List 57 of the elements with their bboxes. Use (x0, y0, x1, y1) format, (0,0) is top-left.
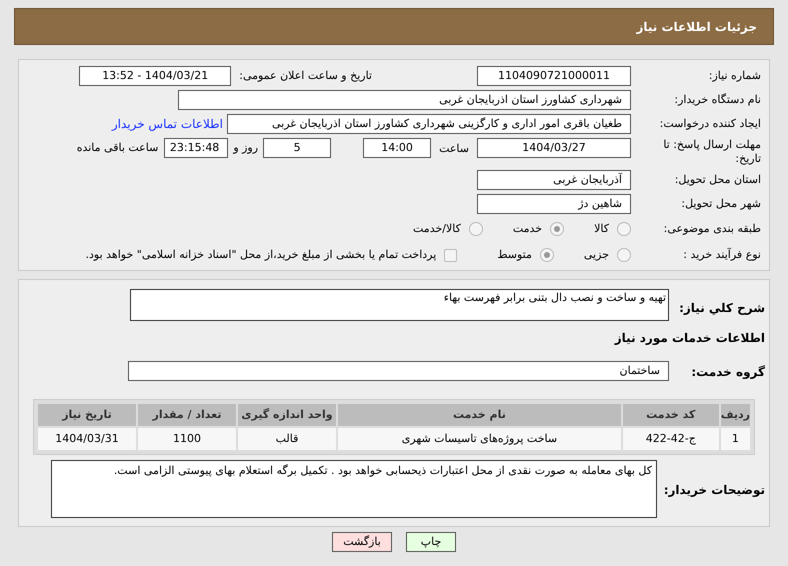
deadline-time-field: 14:00 (363, 138, 432, 158)
announce-date-field: 1404/03/21 - 13:52 (79, 66, 232, 86)
days-field: 5 (263, 138, 332, 158)
days-label: روز و (233, 140, 258, 156)
radio-button[interactable] (540, 248, 554, 262)
table-cell: 1404/03/31 (38, 428, 136, 450)
radio-button[interactable] (550, 222, 564, 236)
field-label: نام دستگاه خریدار: (673, 92, 762, 108)
remaining-label: ساعت باقی مانده (76, 140, 158, 156)
checkbox-label: پرداخت تمام یا بخشی از مبلغ خرید،از محل "اسناد خزانه اسلامی" خواهد بود. (86, 246, 436, 263)
column-header: ردیف (720, 404, 750, 426)
column-header: تاریخ نیاز (38, 404, 136, 426)
field-label: استان محل تحویل: (674, 172, 762, 188)
field-label: گروه خدمت: (691, 365, 765, 379)
city-field: شاهین دژ (477, 194, 631, 214)
field-label: شماره نیاز: (708, 68, 762, 84)
field-label: تاریخ و ساعت اعلان عمومی: (239, 68, 372, 84)
need-number-field: 1104090721000011 (477, 66, 631, 86)
back-button[interactable]: بازگشت (332, 532, 392, 552)
buyer-org-field: شهرداری کشاورز استان اذربایجان غربی (178, 90, 631, 110)
table-cell: 1100 (138, 428, 236, 450)
field-label: ایجاد کننده درخواست: (658, 116, 762, 132)
column-header: واحد اندازه گیری (238, 404, 336, 426)
field-label: شرح کلي نياز: (679, 301, 765, 315)
page-title: جزئیات اطلاعات نیاز (636, 18, 757, 36)
table-cell: قالب (238, 428, 336, 450)
radio-button[interactable] (617, 248, 631, 262)
field-label: نوع فرآیند خرید : (682, 246, 762, 263)
table-cell: ساخت پروژه‌های تاسیسات شهری (338, 428, 621, 450)
field-label: طبقه بندی موضوعی: (662, 220, 762, 237)
radio-label: کالا (594, 220, 609, 237)
table-cell: 1 (720, 428, 750, 450)
print-button[interactable]: چاپ (406, 532, 456, 552)
section-title: اطلاعات خدمات مورد نیاز (614, 330, 766, 347)
radio-label: جزیی (584, 246, 609, 263)
column-header: نام خدمت (338, 404, 621, 426)
radio-label: خدمت (512, 220, 542, 237)
province-field: آذربایجان غربی (477, 170, 631, 190)
field-label: شهر محل تحویل: (680, 196, 762, 212)
service-group-field: ساختمان (128, 361, 669, 381)
description-field: تهیه و ساخت و نصب دال بتنی برابر فهرست بهاء (130, 289, 669, 321)
field-label: مهلت ارسال پاسخ: تا تاریخ: (662, 138, 761, 166)
remaining-time-field: 23:15:48 (164, 138, 228, 158)
creator-field: طغیان باقری امور اداری و کارگزینی شهرداری کشاورز استان اذربایجان غربی (227, 114, 631, 134)
table-cell: ج-42-422 (622, 428, 719, 450)
buyer-contact-link[interactable]: اطلاعات تماس خریدار (112, 115, 223, 133)
time-label: ساعت (439, 141, 469, 157)
radio-label: کالا/خدمت (413, 220, 461, 237)
radio-label: متوسط (497, 246, 532, 263)
buyer-notes-field: کل بهای معامله به صورت نقدی از محل اعتبارات ذیحسابی خواهد بود . تکمیل برگه استعلام بهای پیوستی الزامی است. (51, 460, 657, 518)
deadline-date-field: 1404/03/27 (477, 138, 631, 158)
checkbox[interactable] (444, 248, 458, 262)
column-header: کد خدمت (622, 404, 719, 426)
column-header: تعداد / مقدار (138, 404, 236, 426)
radio-button[interactable] (617, 222, 631, 236)
radio-button[interactable] (468, 222, 483, 236)
field-label: توضیحات خریدار: (664, 483, 765, 497)
